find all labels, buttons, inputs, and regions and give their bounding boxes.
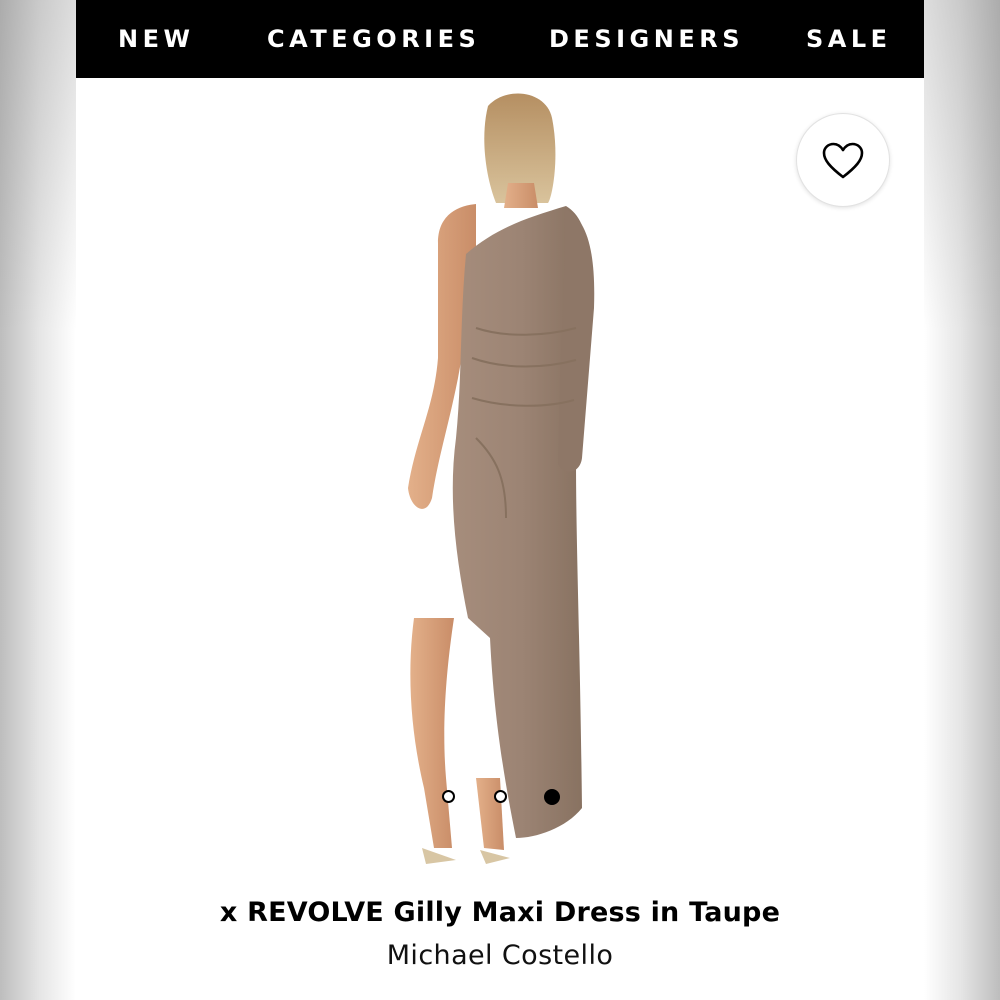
- nav-item-categories[interactable]: CATEGORIES: [267, 22, 480, 56]
- product-image[interactable]: [76, 78, 924, 878]
- nav-item-new[interactable]: NEW: [118, 22, 194, 56]
- product-page: NEW CATEGORIES DESIGNERS SALE x REVOLVE …: [76, 0, 924, 1000]
- favorite-button[interactable]: [796, 113, 890, 207]
- heart-outline-icon: [822, 142, 864, 179]
- pagination-dot-1[interactable]: [442, 790, 455, 803]
- pagination-dot-2[interactable]: [494, 790, 507, 803]
- pagination-dot-3[interactable]: [544, 789, 560, 805]
- nav-item-designers[interactable]: DESIGNERS: [549, 22, 744, 56]
- product-brand[interactable]: Michael Costello: [76, 940, 924, 971]
- product-title: x REVOLVE Gilly Maxi Dress in Taupe: [219, 897, 781, 928]
- nav-item-sale[interactable]: SALE: [806, 22, 892, 56]
- top-navigation-bar: NEW CATEGORIES DESIGNERS SALE: [76, 0, 924, 78]
